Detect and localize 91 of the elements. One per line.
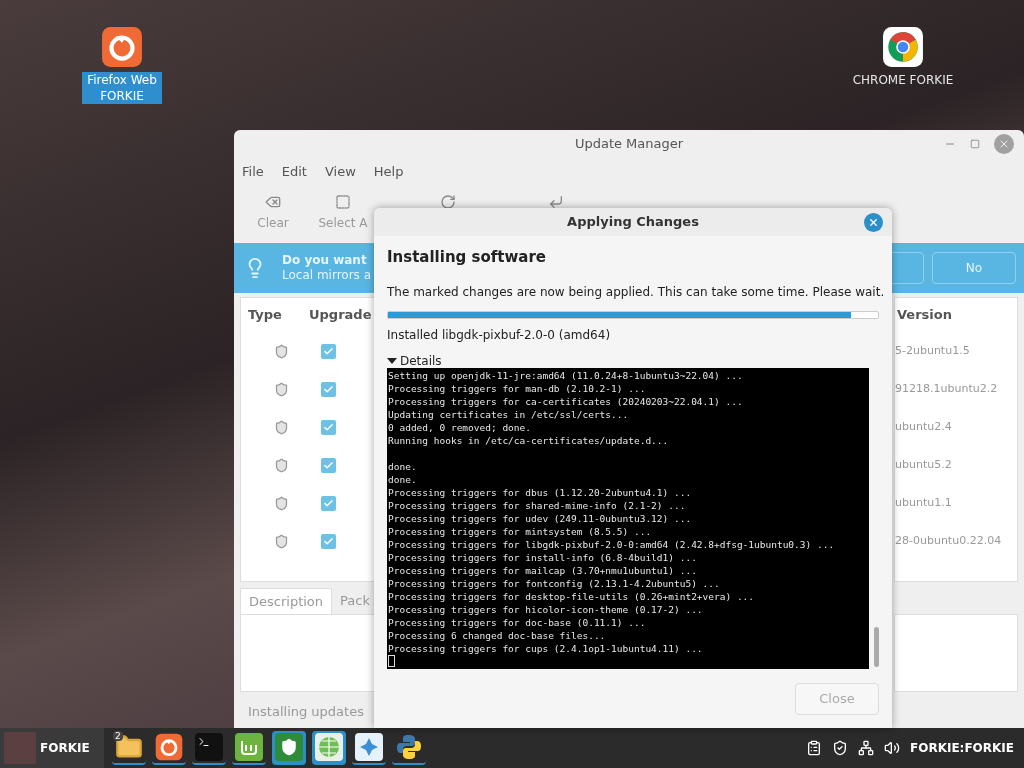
- close-icon: [998, 138, 1010, 150]
- log-line: Processing triggers for mintsystem (8.5.5) ...: [388, 524, 653, 538]
- check-icon: [323, 459, 334, 471]
- select-icon: [335, 194, 351, 210]
- window-title: Update Manager: [574, 135, 684, 154]
- dialog-heading: Installing software: [387, 247, 548, 268]
- check-icon: [323, 383, 334, 395]
- chrome-app-icon[interactable]: [882, 26, 924, 68]
- shield-icon: [273, 457, 289, 473]
- log-line: Updating certificates in /etc/ssl/certs...: [388, 407, 630, 421]
- shield-icon[interactable]: [832, 740, 848, 756]
- column-header[interactable]: Version: [895, 305, 952, 325]
- shield-icon: [273, 343, 289, 359]
- log-line: 0 added, 0 removed; done.: [388, 420, 532, 434]
- banner-subtitle: Local mirrors a: [282, 268, 373, 283]
- version-cell-text: 91218.1ubuntu2.2: [895, 380, 998, 397]
- shield-icon: [273, 419, 289, 435]
- maximize-icon[interactable]: [970, 139, 980, 149]
- refresh-icon: [440, 194, 456, 210]
- log-line: Setting up openjdk-11-jre:amd64 (11.0.24+8-1ubuntu3~22.04) ...: [388, 368, 744, 382]
- fox-app-icon[interactable]: [101, 26, 143, 68]
- dialog-title: Applying Changes: [567, 213, 699, 232]
- log-line: Processing triggers for ca-certificates (20240203~22.04.1) ...: [388, 394, 744, 408]
- globe-app-icon: [315, 733, 343, 761]
- log-line: Processing triggers for desktop-file-utils (0.26+mint2+vera) ...: [388, 589, 756, 603]
- log-line: Processing 6 changed doc-base files...: [388, 628, 607, 642]
- network-icon[interactable]: [858, 740, 874, 756]
- clear-icon: [265, 194, 281, 210]
- current-step-text: Installed libgdk-pixbuf-2.0-0 (amd64): [387, 326, 612, 344]
- terminal-icon: [195, 733, 223, 761]
- version-cell-text: 5-2ubuntu1.5: [895, 342, 970, 359]
- thumbnail-placeholder: [4, 732, 36, 764]
- close-window-button[interactable]: [994, 134, 1014, 154]
- upgrade-checkbox[interactable]: [321, 533, 336, 549]
- upgrade-checkbox[interactable]: [321, 457, 336, 473]
- log-line: Processing triggers for libgdk-pixbuf-2.0-0:amd64 (2.42.8+dfsg-1ubuntu0.3) ...: [388, 537, 836, 551]
- upgrade-checkbox[interactable]: [321, 381, 336, 397]
- upgrade-checkbox[interactable]: [321, 495, 336, 511]
- taskbar-app-button[interactable]: [352, 731, 386, 765]
- menu-item[interactable]: File: [242, 162, 264, 182]
- log-line: Processing triggers for dbus (1.12.20-2ubuntu4.1) ...: [388, 485, 693, 499]
- log-line: Running hooks in /etc/ca-certificates/update.d...: [388, 433, 670, 447]
- version-cell-text: ubuntu5.2: [895, 456, 952, 473]
- log-line: Processing triggers for install-info (6.8-4build1) ...: [388, 550, 698, 564]
- clipboard-icon[interactable]: [806, 740, 822, 756]
- taskbar-app-button[interactable]: [232, 731, 266, 765]
- log-line: done.: [388, 459, 418, 473]
- menu-item[interactable]: View: [324, 162, 356, 182]
- status-text: Installing updates: [247, 703, 365, 721]
- shield-icon: [273, 381, 289, 397]
- upgrade-checkbox[interactable]: [321, 343, 336, 359]
- text-cursor: [388, 654, 395, 667]
- log-line: done.: [388, 472, 418, 486]
- banner-title: Do you want: [282, 253, 368, 268]
- scrollbar-thumb[interactable]: [874, 626, 879, 667]
- desktop-icon-label[interactable]: CHROME FORKIE: [850, 72, 956, 88]
- check-icon: [323, 497, 334, 509]
- version-cell-text: ubuntu2.4: [895, 418, 952, 435]
- taskbar-app-button[interactable]: 2: [112, 731, 146, 765]
- folder-icon: [115, 733, 143, 761]
- check-icon: [323, 535, 334, 547]
- shield-icon: [273, 533, 289, 549]
- window-count-badge: 2: [113, 731, 123, 741]
- return-arrow-icon: [548, 194, 564, 210]
- check-icon: [323, 345, 334, 357]
- menu-item[interactable]: Help: [373, 162, 404, 182]
- log-line: Processing triggers for man-db (2.10.2-1) ...: [388, 381, 647, 395]
- python-logo-icon: [395, 733, 423, 761]
- log-line: Processing triggers for udev (249.11-0ubuntu3.12) ...: [388, 511, 693, 525]
- log-line: Processing triggers for shared-mime-info (2.1-2) ...: [388, 498, 687, 512]
- upgrade-checkbox[interactable]: [321, 419, 336, 435]
- check-icon: [323, 421, 334, 433]
- version-cell-text: 28-0ubuntu0.22.04: [895, 532, 1002, 549]
- column-header[interactable]: Type: [241, 305, 297, 325]
- menu-button[interactable]: FORKIE: [0, 728, 104, 768]
- shield-icon: [273, 495, 289, 511]
- column-header[interactable]: Upgrade: [297, 305, 372, 325]
- log-line: Processing triggers for mailcap (3.70+nmu1ubuntu1) ...: [388, 563, 698, 577]
- mint-logo-icon: [235, 733, 263, 761]
- log-line: Processing triggers for cups (2.4.1op1-1ubuntu4.11) ...: [388, 641, 704, 655]
- desktop-icon-label[interactable]: Firefox Web FORKIE: [82, 72, 162, 104]
- close-icon: [868, 217, 879, 228]
- shield-app-icon: [275, 733, 303, 761]
- close-dialog-button[interactable]: [864, 213, 883, 232]
- version-cell-text: ubuntu1.1: [895, 494, 952, 511]
- session-user[interactable]: FORKIE:FORKIE: [910, 739, 1014, 757]
- log-line: Processing triggers for doc-base (0.11.1) ...: [388, 615, 647, 629]
- log-line: Processing triggers for fontconfig (2.13.1-4.2ubuntu5) ...: [388, 576, 721, 590]
- log-line: Processing triggers for hicolor-icon-theme (0.17-2) ...: [388, 602, 704, 616]
- volume-icon[interactable]: [884, 740, 900, 756]
- menu-item[interactable]: Edit: [281, 162, 307, 182]
